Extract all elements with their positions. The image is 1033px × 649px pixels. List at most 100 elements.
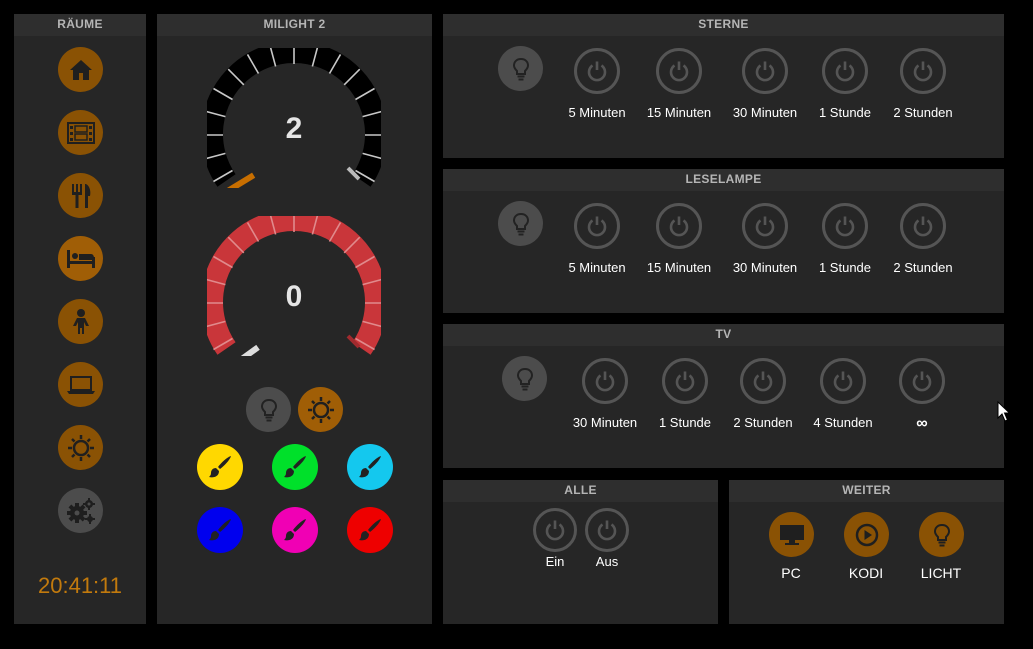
licht-label: LICHT	[920, 565, 962, 581]
power-icon	[912, 371, 932, 392]
clock-display: 20:41:11	[38, 573, 123, 598]
color-swatch-button[interactable]	[197, 444, 243, 490]
laptop-icon	[66, 375, 95, 394]
room-settings-button[interactable]	[58, 488, 103, 533]
pc-button[interactable]	[769, 512, 814, 557]
power-icon	[755, 216, 775, 237]
settings-icon	[66, 497, 95, 524]
sterne-timer-button[interactable]	[900, 48, 946, 94]
paintbrush-icon	[209, 519, 231, 541]
power-icon	[669, 216, 689, 237]
bed-icon	[66, 249, 95, 268]
paintbrush-icon	[359, 456, 381, 478]
color-swatch-button[interactable]	[272, 444, 318, 490]
brightness-value: 2	[285, 112, 303, 145]
sun-icon	[67, 434, 94, 461]
sterne-timer-label: 15 Minuten	[646, 105, 712, 120]
leselampe-timer-button[interactable]	[742, 203, 788, 249]
lightbulb-icon	[516, 367, 533, 390]
color-value: 0	[285, 280, 303, 313]
milight-light-button[interactable]	[246, 387, 291, 432]
color-swatch-button[interactable]	[347, 507, 393, 553]
room-home-button[interactable]	[58, 47, 103, 92]
all-on-button[interactable]	[533, 508, 577, 552]
home-icon	[69, 59, 92, 80]
room-film-button[interactable]	[58, 110, 103, 155]
tv-timer-button[interactable]	[582, 358, 628, 404]
leselampe-title: LESELAMPE	[443, 169, 1004, 191]
power-icon	[597, 520, 617, 541]
paintbrush-icon	[284, 456, 306, 478]
lightbulb-icon	[260, 398, 277, 421]
all-off-button[interactable]	[585, 508, 629, 552]
rooms-panel: RÄUME 20:41:11	[14, 14, 146, 624]
power-icon	[595, 371, 615, 392]
pc-label: PC	[781, 565, 801, 581]
monitor-icon	[779, 524, 804, 545]
leselampe-timer-label: 15 Minuten	[646, 260, 712, 275]
sterne-timer-label: 2 Stunden	[893, 105, 953, 120]
power-icon	[913, 216, 933, 237]
room-bed-button[interactable]	[58, 236, 103, 281]
room-dining-button[interactable]	[58, 173, 103, 218]
tv-timer-button[interactable]	[899, 358, 945, 404]
power-icon	[545, 520, 565, 541]
mouse-cursor-icon	[997, 401, 1011, 422]
rooms-title: RÄUME	[14, 14, 146, 36]
lightbulb-icon	[933, 523, 950, 546]
color-swatch-button[interactable]	[347, 444, 393, 490]
power-icon	[587, 61, 607, 82]
color-swatch-button[interactable]	[197, 507, 243, 553]
all-on-label: Ein	[545, 554, 565, 569]
sterne-timer-button[interactable]	[656, 48, 702, 94]
paintbrush-icon	[284, 519, 306, 541]
tv-timer-button[interactable]	[740, 358, 786, 404]
power-icon	[675, 371, 695, 392]
leselampe-timer-button[interactable]	[822, 203, 868, 249]
play-icon	[855, 523, 878, 546]
room-child-button[interactable]	[58, 299, 103, 344]
power-icon	[835, 216, 855, 237]
lightbulb-icon	[512, 57, 529, 80]
power-icon	[835, 61, 855, 82]
tv-light-button[interactable]	[502, 356, 547, 401]
tv-timer-button[interactable]	[820, 358, 866, 404]
leselampe-panel: LESELAMPE 5 Minuten 15 Minuten 30 Minuten 1…	[443, 169, 1004, 313]
leselampe-light-button[interactable]	[498, 201, 543, 246]
alle-title: ALLE	[443, 480, 718, 502]
power-icon	[587, 216, 607, 237]
leselampe-timer-button[interactable]	[574, 203, 620, 249]
sterne-timer-button[interactable]	[822, 48, 868, 94]
tv-timer-label: ∞	[916, 415, 928, 432]
power-icon	[755, 61, 775, 82]
milight-panel: MILIGHT 2 2 0	[157, 14, 432, 624]
sun-icon	[307, 396, 334, 423]
sterne-timer-button[interactable]	[742, 48, 788, 94]
paintbrush-icon	[359, 519, 381, 541]
kodi-button[interactable]	[844, 512, 889, 557]
all-off-label: Aus	[595, 554, 619, 569]
power-icon	[913, 61, 933, 82]
power-icon	[669, 61, 689, 82]
lightbulb-icon	[512, 212, 529, 235]
tv-timer-button[interactable]	[662, 358, 708, 404]
sterne-timer-button[interactable]	[574, 48, 620, 94]
room-sun-button[interactable]	[58, 425, 103, 470]
dining-icon	[71, 183, 90, 208]
leselampe-timer-button[interactable]	[900, 203, 946, 249]
color-swatch-button[interactable]	[272, 507, 318, 553]
sterne-panel: STERNE 5 Minuten 15 Minuten 30 Minuten 1 St…	[443, 14, 1004, 158]
alle-panel: ALLE Ein Aus	[443, 480, 718, 624]
licht-button[interactable]	[919, 512, 964, 557]
child-icon	[72, 308, 89, 334]
room-laptop-button[interactable]	[58, 362, 103, 407]
leselampe-timer-label: 2 Stunden	[893, 260, 953, 275]
sterne-light-button[interactable]	[498, 46, 543, 91]
paintbrush-icon	[209, 456, 231, 478]
power-icon	[753, 371, 773, 392]
leselampe-timer-button[interactable]	[656, 203, 702, 249]
tv-panel: TV 30 Minuten 1 Stunde 2 Stunden 4 Stunden ∞	[443, 324, 1004, 468]
tv-title: TV	[443, 324, 1004, 346]
milight-sun-button[interactable]	[298, 387, 343, 432]
sterne-title: STERNE	[443, 14, 1004, 36]
